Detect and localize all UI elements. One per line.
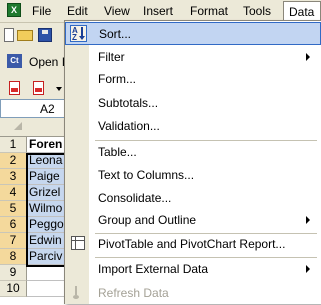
menu-item-label: Import External Data xyxy=(98,262,209,276)
menu-item-group-and-outline[interactable]: Group and Outline xyxy=(65,209,321,232)
name-box-value: A2 xyxy=(40,102,55,116)
new-document-icon[interactable] xyxy=(4,28,14,42)
ct-badge-icon[interactable]: Ct xyxy=(7,54,22,68)
pdf-icon[interactable] xyxy=(9,81,20,95)
data-menu-dropdown: AZ Sort... Filter Form... Subtotals... V… xyxy=(64,20,321,304)
menu-item-refresh-data: Refresh Data xyxy=(65,282,321,305)
menu-insert[interactable]: Insert xyxy=(143,4,173,18)
menu-item-consolidate[interactable]: Consolidate... xyxy=(65,187,321,210)
standard-toolbar xyxy=(0,23,70,47)
menu-file[interactable]: File xyxy=(32,4,51,18)
menu-item-filter[interactable]: Filter xyxy=(65,46,321,69)
open-folder-icon[interactable] xyxy=(17,30,33,41)
row-header[interactable]: 4 xyxy=(0,185,27,201)
menu-item-label: PivotTable and PivotChart Report... xyxy=(98,237,286,251)
sort-ascending-icon: AZ xyxy=(70,25,87,42)
menu-item-validation[interactable]: Validation... xyxy=(65,115,321,138)
pdf-dropdown-icon[interactable] xyxy=(33,81,44,95)
pivot-table-icon xyxy=(71,236,85,250)
table-row: 7 Edwin xyxy=(0,233,70,249)
menu-tools[interactable]: Tools xyxy=(243,4,271,18)
table-row: 8 Parciv xyxy=(0,249,70,265)
menu-view[interactable]: View xyxy=(104,4,130,18)
menu-item-pivottable[interactable]: PivotTable and PivotChart Report... xyxy=(65,233,321,256)
submenu-arrow-icon xyxy=(306,53,310,61)
row-header[interactable]: 5 xyxy=(0,201,27,217)
menu-item-label: Sort... xyxy=(99,27,132,41)
menu-item-label: Validation... xyxy=(98,119,160,133)
menu-item-import-external-data[interactable]: Import External Data xyxy=(65,258,321,281)
submenu-arrow-icon xyxy=(306,265,310,273)
table-row: 5 Wilmo xyxy=(0,201,70,217)
table-row: 9 xyxy=(0,265,70,281)
table-row: 2 Leona xyxy=(0,153,70,169)
menu-item-label: Consolidate... xyxy=(98,191,172,205)
select-all-corner[interactable] xyxy=(0,118,70,137)
row-header[interactable]: 9 xyxy=(0,265,27,281)
refresh-icon xyxy=(72,286,81,300)
excel-icon[interactable]: X xyxy=(7,3,21,17)
table-row: 10 xyxy=(0,281,70,297)
addin-toolbar: Ct Open I xyxy=(0,47,70,77)
menu-item-label: Subtotals... xyxy=(98,96,159,110)
row-header[interactable]: 8 xyxy=(0,249,27,265)
menu-item-sort[interactable]: AZ Sort... xyxy=(65,22,321,45)
menu-item-table[interactable]: Table... xyxy=(65,141,321,164)
row-header[interactable]: 2 xyxy=(0,153,27,169)
table-row: 4 Grizel xyxy=(0,185,70,201)
menu-item-label: Group and Outline xyxy=(98,213,197,227)
table-row: 6 Peggo xyxy=(0,217,70,233)
open-button-label[interactable]: Open I xyxy=(29,55,65,69)
name-box[interactable]: A2 xyxy=(0,99,70,118)
menu-item-text-to-columns[interactable]: Text to Columns... xyxy=(65,164,321,187)
menu-item-form[interactable]: Form... xyxy=(65,68,321,91)
menu-item-label: Refresh Data xyxy=(98,286,169,300)
row-header[interactable]: 6 xyxy=(0,217,27,233)
menu-item-subtotals[interactable]: Subtotals... xyxy=(65,92,321,115)
submenu-arrow-icon xyxy=(306,216,310,224)
menu-data[interactable]: Data xyxy=(283,1,321,21)
table-row: 1 Foren xyxy=(0,137,70,153)
row-header[interactable]: 10 xyxy=(0,281,27,297)
save-icon[interactable] xyxy=(38,28,52,42)
menu-format[interactable]: Format xyxy=(190,4,228,18)
row-header[interactable]: 3 xyxy=(0,169,27,185)
table-row: 3 Paige xyxy=(0,169,70,185)
menu-item-label: Form... xyxy=(98,72,136,86)
row-header[interactable]: 7 xyxy=(0,233,27,249)
spreadsheet-grid: 1 Foren 2 Leona 3 Paige 4 Grizel 5 Wilmo… xyxy=(0,118,71,304)
corner-triangle-icon xyxy=(14,122,22,130)
pdf-toolbar xyxy=(0,77,70,99)
row-header[interactable]: 1 xyxy=(0,137,27,153)
menu-item-label: Filter xyxy=(98,50,125,64)
chevron-down-icon[interactable] xyxy=(56,87,62,91)
menu-edit[interactable]: Edit xyxy=(67,4,88,18)
menu-item-label: Table... xyxy=(98,145,137,159)
menu-item-label: Text to Columns... xyxy=(98,168,195,182)
